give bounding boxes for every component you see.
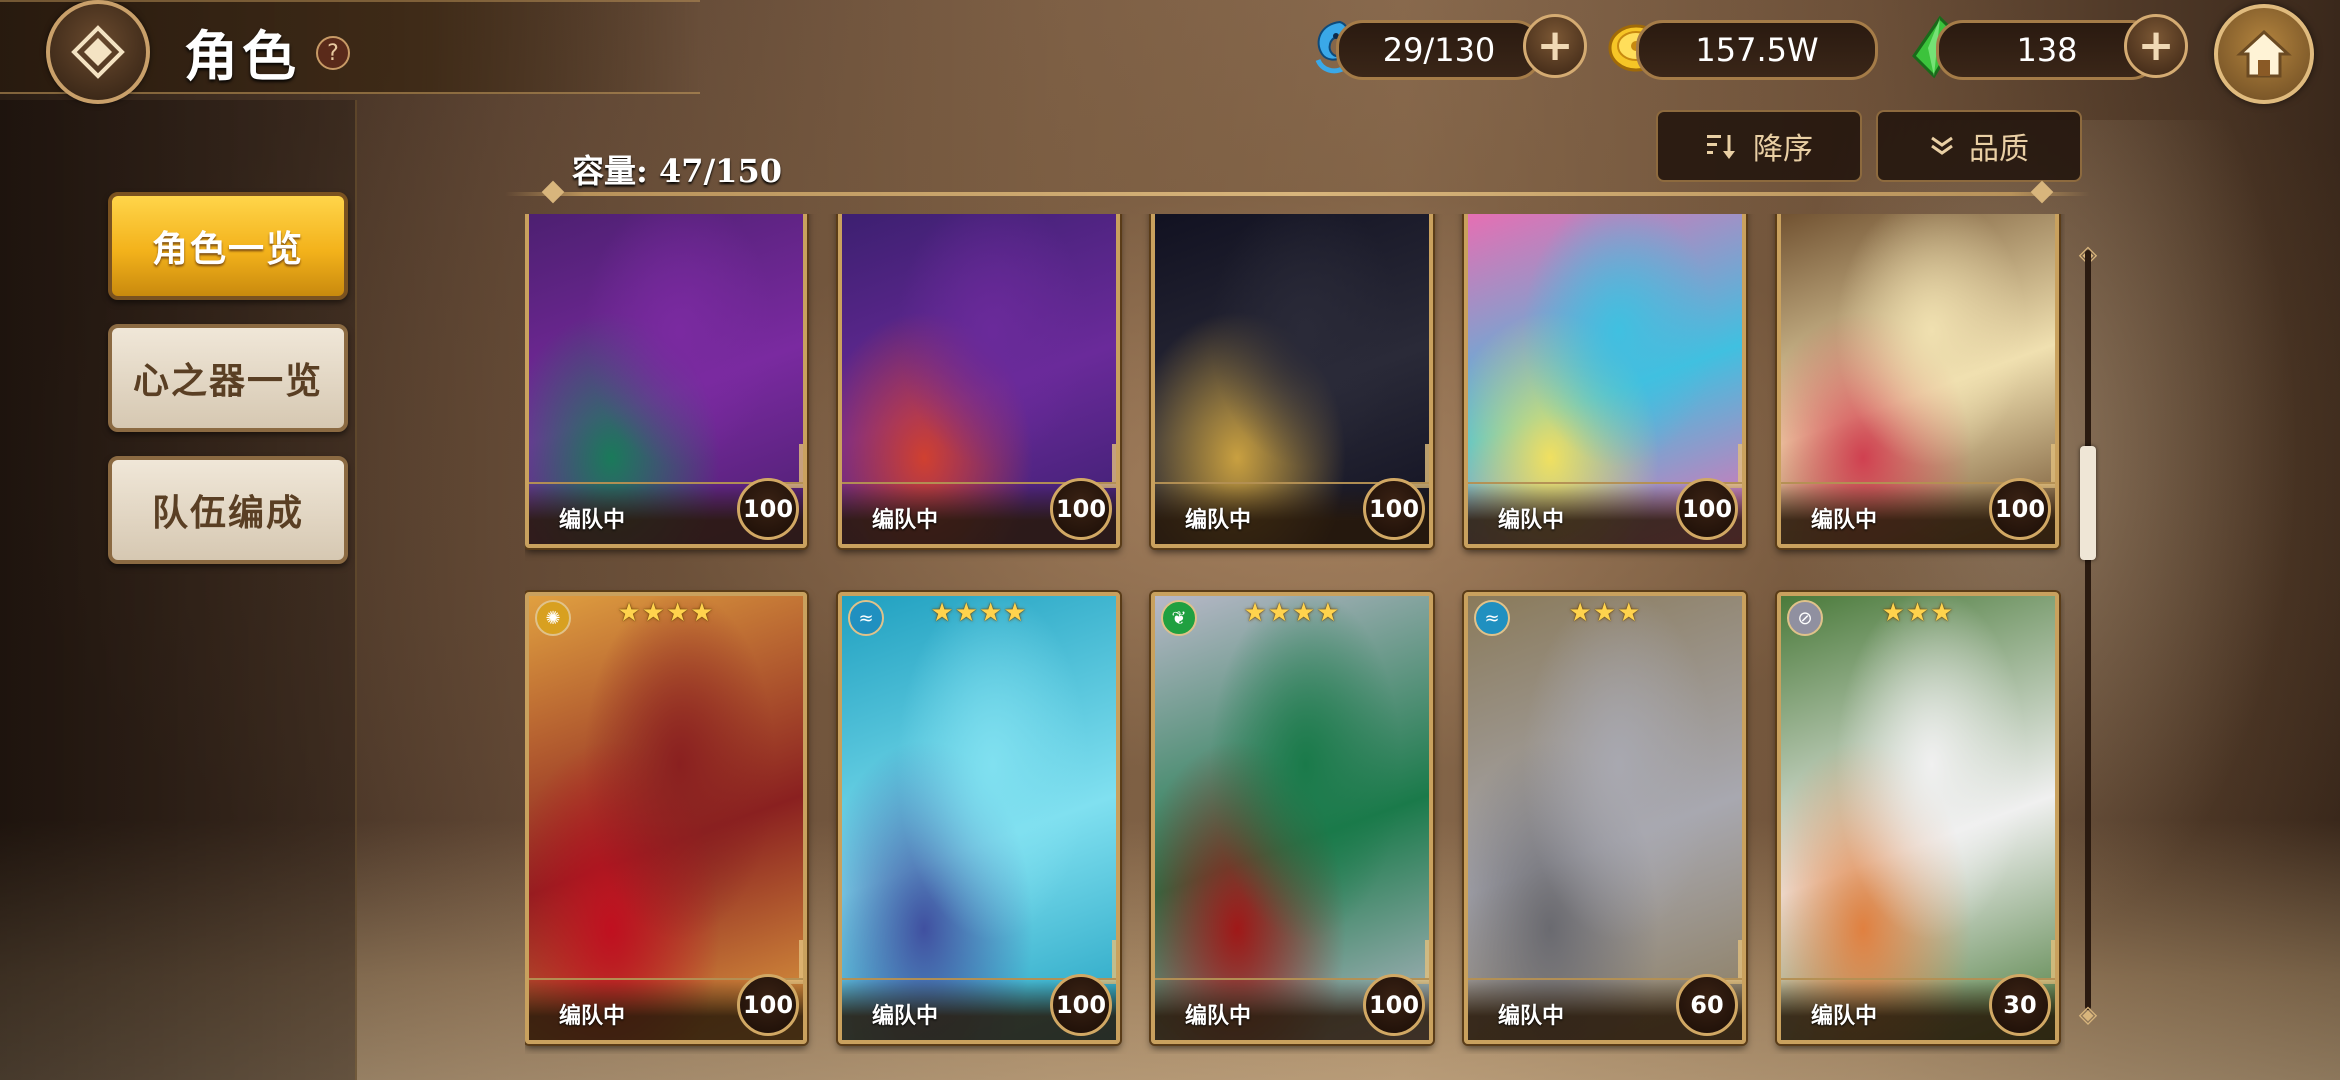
stamina-counter: 29/130 — [1336, 20, 1542, 80]
element-attribute-icon: ≈ — [1474, 600, 1510, 636]
quality-filter-label: 品质 — [1969, 132, 2029, 167]
in-team-status: 编队中 — [1185, 507, 1252, 533]
in-team-status: 编队中 — [1498, 1003, 1565, 1029]
level-badge: 100 — [1050, 974, 1112, 1036]
level-badge: 30 — [1989, 974, 2051, 1036]
in-team-status: 编队中 — [1185, 1003, 1252, 1029]
ornate-divider — [505, 192, 2090, 196]
level-badge: 100 — [1363, 478, 1425, 540]
level-badge: 100 — [1050, 478, 1112, 540]
back-button[interactable] — [46, 0, 150, 104]
character-card[interactable]: 编队中 100 — [1464, 214, 1746, 548]
level-badge: 100 — [1676, 478, 1738, 540]
in-team-status: 编队中 — [872, 507, 939, 533]
scrollbar-track[interactable] — [2085, 250, 2091, 1010]
sidebar-item-heart-vessel-list[interactable]: 心之器一览 — [108, 324, 348, 432]
character-card[interactable]: 编队中 100 — [525, 214, 807, 548]
in-team-status: 编队中 — [872, 1003, 939, 1029]
level-badge: 100 — [1363, 974, 1425, 1036]
in-team-status: 编队中 — [559, 1003, 626, 1029]
capacity-label: 容量: 47/150 — [572, 152, 782, 190]
character-card[interactable]: ★★★★ ✺ 编队中 100 — [525, 592, 807, 1044]
level-badge: 100 — [1989, 478, 2051, 540]
level-badge: 60 — [1676, 974, 1738, 1036]
sort-order-button[interactable]: 降序 — [1656, 110, 1862, 182]
level-badge: 100 — [737, 478, 799, 540]
add-stamina-button[interactable]: + — [1523, 14, 1587, 78]
character-card[interactable]: 编队中 100 — [1151, 214, 1433, 548]
home-icon — [2236, 29, 2292, 78]
character-card[interactable]: 编队中 100 — [838, 214, 1120, 548]
character-card[interactable]: ★★★ ≈ 编队中 60 — [1464, 592, 1746, 1044]
scroll-bottom-ornament: ◈ — [2078, 1000, 2098, 1028]
quality-filter-button[interactable]: 品质 — [1876, 110, 2082, 182]
double-chevron-down-icon — [1931, 136, 1953, 155]
gold-counter: 157.5W — [1636, 20, 1878, 80]
sidebar-item-label: 心之器一览 — [132, 360, 323, 402]
element-attribute-icon: ⊘ — [1787, 600, 1823, 636]
in-team-status: 编队中 — [1498, 507, 1565, 533]
sidebar-item-team-formation[interactable]: 队伍编成 — [108, 456, 348, 564]
home-button[interactable] — [2214, 4, 2314, 104]
element-attribute-icon: ❦ — [1161, 600, 1197, 636]
character-card[interactable]: ★★★★ ❦ 编队中 100 — [1151, 592, 1433, 1044]
help-icon[interactable]: ? — [316, 36, 350, 70]
diamond-back-icon — [71, 25, 125, 79]
sidebar-item-label: 角色一览 — [151, 228, 304, 270]
in-team-status: 编队中 — [1811, 507, 1878, 533]
scrollbar-thumb[interactable] — [2080, 446, 2096, 560]
character-card[interactable]: ★★★★ ≈ 编队中 100 — [838, 592, 1120, 1044]
level-badge: 100 — [737, 974, 799, 1036]
in-team-status: 编队中 — [1811, 1003, 1878, 1029]
element-attribute-icon: ≈ — [848, 600, 884, 636]
page-title: 角色 — [184, 24, 300, 88]
sidebar-item-label: 队伍编成 — [151, 492, 304, 534]
sort-descending-icon — [1707, 135, 1735, 159]
in-team-status: 编队中 — [559, 507, 626, 533]
character-card[interactable]: ★★★ ⊘ 编队中 30 — [1777, 592, 2059, 1044]
character-grid: 编队中 100 编队中 100 编队中 100 编队中 100 编队中 100 ★★★★ ✺ 编队中 10… — [525, 214, 2065, 1054]
add-gem-button[interactable]: + — [2124, 14, 2188, 78]
sidebar-item-character-list[interactable]: 角色一览 — [108, 192, 348, 300]
sort-order-label: 降序 — [1753, 132, 1813, 167]
element-attribute-icon: ✺ — [535, 600, 571, 636]
character-card[interactable]: 编队中 100 — [1777, 214, 2059, 548]
